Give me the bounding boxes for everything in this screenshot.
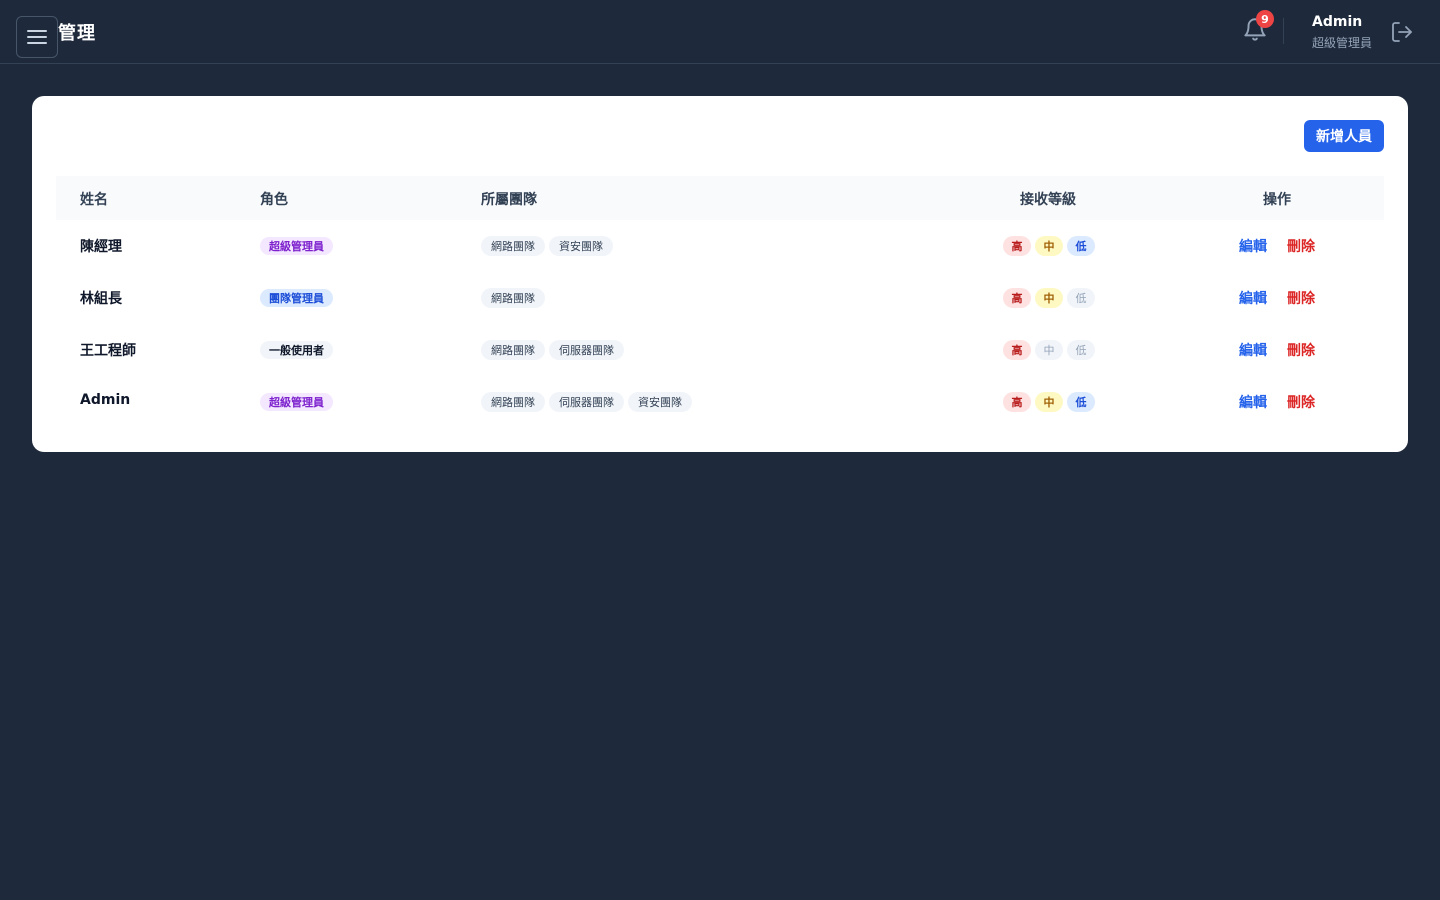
team-chip: 網路團隊: [481, 288, 545, 308]
user-name-cell: Admin: [80, 392, 131, 408]
level-badges: 高中低: [1003, 340, 1095, 360]
team-chip: 網路團隊: [481, 340, 545, 360]
level-badge-mid: 中: [1035, 392, 1063, 412]
table-header: 姓名 角色 所屬團隊 接收等級 操作: [56, 176, 1384, 220]
user-name-cell: 林組長: [80, 291, 122, 307]
team-chips: 網路團隊 資安團隊: [481, 236, 613, 256]
level-badges: 高中低: [1003, 288, 1095, 308]
role-badge: 團隊管理員: [260, 289, 333, 307]
team-chip: 伺服器團隊: [549, 392, 624, 412]
top-bar: 管理 9 Admin 超級管理員: [0, 0, 1440, 64]
user-name-cell: 陳經理: [80, 239, 122, 255]
table-row: Admin 超級管理員 網路團隊 伺服器團隊 資安團隊 高中低 編輯 刪除: [56, 376, 1384, 428]
level-badges: 高中低: [1003, 392, 1095, 412]
logout-button[interactable]: [1390, 20, 1414, 44]
table-row: 林組長 團隊管理員 網路團隊 高中低 編輯 刪除: [56, 272, 1384, 324]
page-title: 管理: [58, 23, 96, 44]
level-badge-mid: 中: [1035, 340, 1063, 360]
column-header-name: 姓名: [80, 192, 108, 208]
delete-button[interactable]: 刪除: [1287, 340, 1315, 360]
level-badge-low: 低: [1067, 392, 1095, 412]
hamburger-icon: [27, 26, 47, 48]
team-chip: 資安團隊: [628, 392, 692, 412]
team-chip: 伺服器團隊: [549, 340, 624, 360]
team-chip: 網路團隊: [481, 236, 545, 256]
table-row: 陳經理 超級管理員 網路團隊 資安團隊 高中低 編輯 刪除: [56, 220, 1384, 272]
role-badge: 超級管理員: [260, 393, 333, 411]
header-divider: [1283, 18, 1284, 44]
user-name: Admin: [1312, 14, 1363, 30]
level-badge-mid: 中: [1035, 288, 1063, 308]
users-card: 新增人員 姓名 角色 所屬團隊 接收等級 操作 陳經理 超級管理員 網路團隊 資安團隊…: [32, 96, 1408, 452]
team-chips: 網路團隊 伺服器團隊 資安團隊: [481, 392, 692, 412]
column-header-levels: 接收等級: [1020, 192, 1076, 208]
menu-button[interactable]: [16, 16, 58, 58]
user-role: 超級管理員: [1312, 36, 1373, 50]
team-chips: 網路團隊: [481, 288, 545, 308]
level-badge-high: 高: [1003, 236, 1031, 256]
logout-icon: [1392, 22, 1412, 42]
edit-button[interactable]: 編輯: [1239, 236, 1267, 256]
level-badge-high: 高: [1003, 392, 1031, 412]
edit-button[interactable]: 編輯: [1239, 392, 1267, 412]
delete-button[interactable]: 刪除: [1287, 392, 1315, 412]
level-badge-low: 低: [1067, 340, 1095, 360]
team-chip: 網路團隊: [481, 392, 545, 412]
delete-button[interactable]: 刪除: [1287, 236, 1315, 256]
level-badge-low: 低: [1067, 236, 1095, 256]
delete-button[interactable]: 刪除: [1287, 288, 1315, 308]
edit-button[interactable]: 編輯: [1239, 288, 1267, 308]
team-chip: 資安團隊: [549, 236, 613, 256]
column-header-teams: 所屬團隊: [481, 192, 537, 208]
level-badge-high: 高: [1003, 340, 1031, 360]
column-header-role: 角色: [260, 192, 288, 208]
add-user-button[interactable]: 新增人員: [1304, 120, 1384, 152]
edit-button[interactable]: 編輯: [1239, 340, 1267, 360]
team-chips: 網路團隊 伺服器團隊: [481, 340, 624, 360]
level-badges: 高中低: [1003, 236, 1095, 256]
column-header-actions: 操作: [1263, 192, 1291, 208]
role-badge: 一般使用者: [260, 341, 333, 359]
table-row: 王工程師 一般使用者 網路團隊 伺服器團隊 高中低 編輯 刪除: [56, 324, 1384, 376]
user-name-cell: 王工程師: [80, 343, 136, 359]
role-badge: 超級管理員: [260, 237, 333, 255]
level-badge-low: 低: [1067, 288, 1095, 308]
level-badge-high: 高: [1003, 288, 1031, 308]
notification-count-badge: 9: [1256, 10, 1274, 28]
level-badge-mid: 中: [1035, 236, 1063, 256]
